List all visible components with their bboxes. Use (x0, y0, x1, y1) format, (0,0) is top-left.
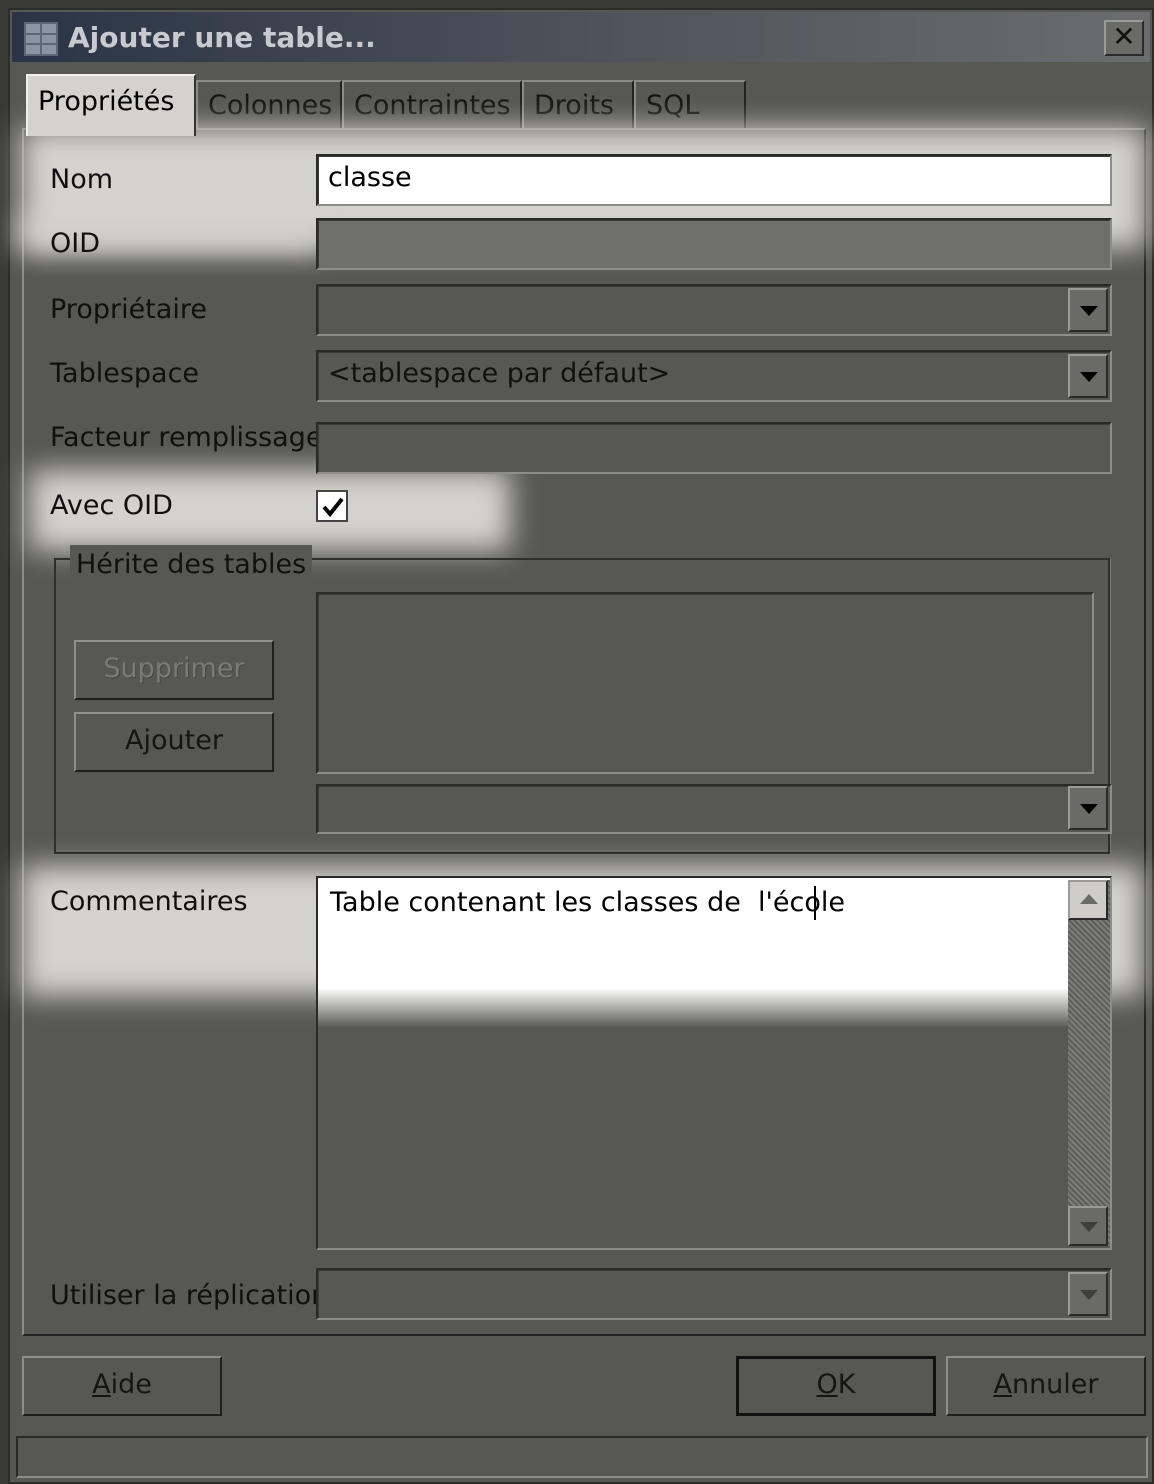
vertical-scrollbar[interactable] (1068, 880, 1110, 1246)
ajouter-button[interactable]: Ajouter (74, 712, 274, 772)
annuler-mnemonic: A (993, 1369, 1012, 1400)
inherit-group-label: Hérite des tables (70, 545, 313, 585)
scroll-down-button[interactable] (1068, 1206, 1108, 1246)
chevron-down-icon (1080, 1222, 1098, 1232)
chevron-down-icon[interactable] (1068, 1272, 1108, 1316)
tab-colonnes[interactable]: Colonnes (196, 80, 342, 128)
tablespace-label: Tablespace (50, 358, 200, 389)
facteur-input[interactable] (316, 422, 1112, 474)
chevron-down-icon[interactable] (1068, 288, 1108, 332)
tab-label: Propriétés (38, 86, 175, 117)
avec-oid-label: Avec OID (50, 490, 173, 521)
tab-label: Colonnes (208, 90, 333, 121)
commentaires-text: Table contenant les classes de l'école (330, 887, 845, 918)
oid-label: OID (50, 228, 101, 259)
window-title: Ajouter une table... (68, 21, 376, 54)
annuler-label-rest: nnuler (1011, 1369, 1099, 1400)
chevron-down-icon[interactable] (1068, 786, 1108, 830)
text-caret (814, 886, 816, 920)
tab-label: Droits (534, 90, 614, 121)
tab-label: Contraintes (354, 90, 511, 121)
inherit-table-select[interactable] (316, 784, 1112, 834)
aide-button[interactable]: Aide (22, 1356, 222, 1416)
table-icon (24, 22, 58, 56)
tab-contraintes[interactable]: Contraintes (342, 80, 522, 128)
replication-label: Utiliser la réplication (50, 1280, 329, 1311)
proprietaire-label: Propriétaire (50, 294, 207, 325)
chevron-up-icon (1080, 894, 1098, 904)
proprietaire-select[interactable] (316, 284, 1112, 336)
commentaires-label: Commentaires (50, 886, 248, 917)
tab-label: SQL (646, 90, 700, 121)
oid-field (316, 218, 1112, 270)
close-icon: ✕ (1112, 20, 1136, 53)
ok-button[interactable]: OK (736, 1356, 936, 1416)
tab-sql[interactable]: SQL (634, 80, 746, 128)
replication-select[interactable] (316, 1268, 1112, 1320)
supprimer-button[interactable]: Supprimer (74, 640, 274, 700)
aide-mnemonic: A (92, 1369, 111, 1400)
ok-label-rest: K (837, 1369, 856, 1400)
commentaires-textarea[interactable] (316, 876, 1112, 1250)
status-bar (16, 1436, 1148, 1478)
tablespace-select[interactable]: <tablespace par défaut> (316, 350, 1112, 402)
aide-label-rest: ide (110, 1369, 152, 1400)
ok-mnemonic: O (816, 1369, 838, 1400)
annuler-button[interactable]: Annuler (946, 1356, 1146, 1416)
scroll-up-button[interactable] (1068, 880, 1108, 920)
inherited-tables-list[interactable] (316, 592, 1094, 774)
avec-oid-checkbox[interactable] (316, 490, 348, 522)
facteur-label: Facteur remplissage (50, 422, 323, 453)
checkmark-icon (322, 497, 344, 518)
nom-input[interactable]: classe (316, 154, 1112, 206)
tab-proprietes[interactable]: Propriétés (26, 74, 196, 136)
nom-label: Nom (50, 164, 114, 195)
chevron-down-icon[interactable] (1068, 354, 1108, 398)
close-button[interactable]: ✕ (1104, 20, 1144, 56)
tab-droits[interactable]: Droits (522, 80, 634, 128)
